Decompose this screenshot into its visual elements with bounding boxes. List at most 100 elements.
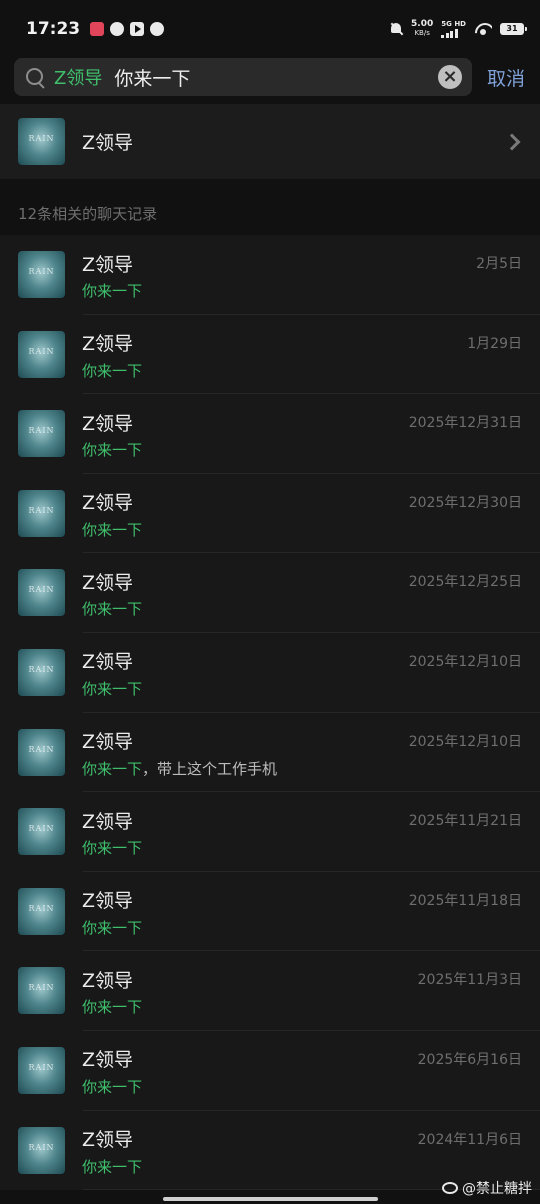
status-time: 17:23 [26, 19, 81, 39]
result-date: 2025年11月21日 [408, 813, 522, 830]
result-body: Z领导 2025年11月18日你来一下 [82, 888, 522, 938]
result-date: 2025年11月3日 [417, 972, 522, 989]
result-message: 你来一下 [82, 996, 522, 1017]
chat-result-row[interactable]: RAIN Z领导 2025年12月30日你来一下 [0, 473, 540, 554]
chat-result-row[interactable]: RAIN Z领导 2025年12月25日 你来一下 [0, 553, 540, 633]
notification-icons [90, 22, 165, 36]
chat-result-row[interactable]: RAIN Z领导 2月5日 你来一下 [0, 235, 540, 315]
result-message: 你来一下 [82, 439, 522, 460]
result-date: 2025年12月10日 [408, 653, 522, 670]
result-name: Z领导 [82, 571, 134, 594]
result-name: Z领导 [82, 492, 134, 515]
avatar: RAIN [18, 251, 65, 298]
chevron-right-icon [503, 133, 521, 150]
avatar: RAIN [18, 967, 65, 1015]
chat-result-row[interactable]: RAIN Z领导 2025年11月21日你来一下 [0, 792, 540, 872]
result-message: 你来一下 [82, 519, 522, 540]
network-type: 5G HD [441, 20, 466, 38]
search-row: Z领导 你来一下 × 取消 [0, 58, 540, 96]
clear-icon[interactable]: × [438, 65, 462, 89]
result-date: 2025年12月30日 [408, 494, 522, 511]
chat-result-row[interactable]: RAIN Z领导 2025年12月10日你来一下 [0, 632, 540, 713]
result-date: 2025年12月10日 [408, 733, 522, 750]
search-contact-tag[interactable]: Z领导 [54, 64, 102, 90]
result-date: 2025年12月25日 [408, 574, 522, 591]
result-name: Z领导 [82, 890, 134, 913]
message-rest: ，带上这个工作手机 [142, 759, 278, 778]
wechat-icon [110, 22, 125, 36]
message-highlight: 你来一下 [82, 1077, 143, 1096]
result-message: 你来一下 [82, 837, 522, 858]
result-body: Z领导 2025年12月10日你来一下 [82, 649, 522, 699]
result-message: 你来一下 [82, 917, 522, 938]
avatar: RAIN [18, 648, 65, 696]
result-name: Z领导 [82, 1049, 134, 1072]
chat-result-row[interactable]: RAIN Z领导 2025年11月18日 你来一下 [0, 871, 540, 952]
weibo-icon [442, 1182, 458, 1194]
result-body: Z领导 2024年11月6日你来一下 [82, 1127, 522, 1177]
cancel-button[interactable]: 取消 [487, 64, 525, 91]
wifi-icon [474, 22, 492, 36]
search-query[interactable]: 你来一下 [114, 64, 438, 91]
message-highlight: 你来一下 [82, 282, 143, 300]
result-body: Z领导 2025年12月31日 你来一下 [82, 410, 522, 460]
home-indicator[interactable] [163, 1197, 378, 1201]
result-body: Z领导 2月5日 你来一下 [82, 251, 522, 301]
message-highlight: 你来一下 [82, 679, 143, 698]
message-highlight: 你来一下 [82, 361, 143, 380]
result-body: Z领导 2025年12月30日你来一下 [82, 490, 522, 540]
chat-result-row[interactable]: RAIN Z领导 2025年6月16日 你来一下 [0, 1030, 540, 1111]
result-name: Z领导 [82, 969, 134, 992]
avatar: RAIN [18, 808, 65, 856]
watermark: @禁止糖拌 [442, 1178, 532, 1198]
avatar: RAIN [18, 728, 65, 776]
result-message: 你来一下 [82, 678, 522, 699]
message-icon [150, 22, 165, 36]
result-body: Z领导 2025年12月10日你来一下，带上这个工作手机 [82, 729, 522, 779]
result-date: 2024年11月6日 [417, 1131, 522, 1148]
video-app-icon [130, 22, 145, 36]
result-body: Z领导 2025年12月25日你来一下 [82, 569, 522, 619]
result-name: Z领导 [82, 1129, 134, 1152]
result-name: Z领导 [82, 333, 134, 356]
status-indicators: 5.00 KB/s 5G HD 31 [389, 19, 527, 38]
message-highlight: 你来一下 [82, 441, 143, 460]
battery-icon: 31 [500, 23, 527, 35]
chat-result-row[interactable]: RAIN Z领导 2025年12月10日你来一下，带上这个工作手机 [0, 712, 540, 793]
result-message: 你来一下 [82, 280, 522, 301]
message-highlight: 你来一下 [82, 520, 143, 539]
result-name: Z领导 [82, 651, 134, 674]
chat-result-row[interactable]: RAIN Z领导 1月29日你来一下 [0, 314, 540, 395]
chat-results-list: RAIN Z领导 2月5日 你来一下 RAIN Z领导 1月29日 你来一下 RAIN Z领导 20… [0, 235, 540, 1191]
result-message: 你来一下 [82, 1156, 522, 1177]
search-icon [24, 66, 46, 88]
avatar: RAIN [18, 410, 65, 458]
message-highlight: 你来一下 [82, 1157, 143, 1176]
result-message: 你来一下，带上这个工作手机 [82, 758, 522, 779]
signal-icon [441, 28, 458, 38]
contact-name: Z领导 [82, 132, 134, 154]
result-name: Z领导 [82, 253, 134, 276]
result-message: 你来一下 [82, 598, 522, 619]
avatar: RAIN [18, 1046, 65, 1094]
result-name: Z领导 [82, 810, 134, 833]
message-highlight: 你来一下 [82, 998, 143, 1017]
result-message: 你来一下 [82, 360, 522, 381]
mute-bell-icon [389, 22, 403, 36]
result-date: 1月29日 [467, 335, 522, 352]
result-body: Z领导 2025年11月3日你来一下 [82, 967, 522, 1017]
avatar: RAIN [18, 330, 65, 378]
status-bar: 17:23 5.00 KB/s 5G HD 31 [0, 0, 540, 58]
contact-result[interactable]: RAIN Z领导 [0, 104, 540, 179]
search-input[interactable]: Z领导 你来一下 × [14, 58, 472, 96]
result-body: Z领导 2025年6月16日 你来一下 [82, 1047, 522, 1097]
chat-result-row[interactable]: RAIN Z领导 2025年11月3日你来一下 [0, 951, 540, 1031]
avatar: RAIN [18, 489, 65, 537]
result-body: Z领导 2025年11月21日你来一下 [82, 808, 522, 858]
network-speed: 5.00 KB/s [411, 19, 434, 38]
result-name: Z领导 [82, 731, 134, 754]
results-header: 12条相关的聊天记录 [18, 205, 158, 223]
message-highlight: 你来一下 [82, 839, 143, 858]
chat-result-row[interactable]: RAIN Z领导 2025年12月31日 你来一下 [0, 394, 540, 474]
result-date: 2025年11月18日 [408, 892, 522, 909]
